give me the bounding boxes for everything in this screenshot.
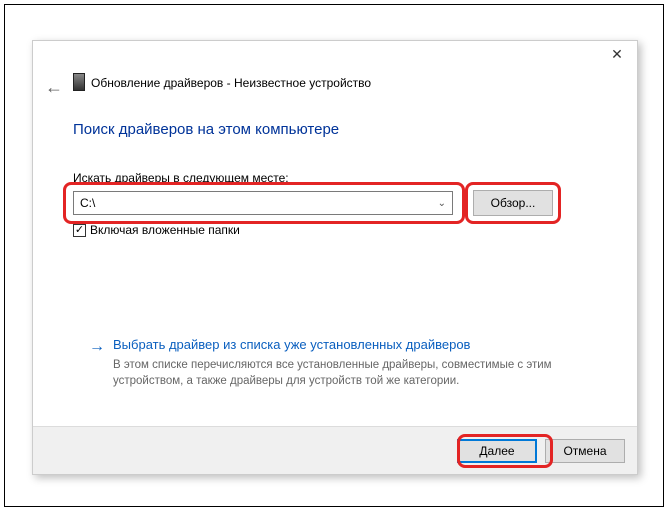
close-icon: ✕ (611, 46, 623, 62)
device-icon (73, 73, 85, 91)
cancel-button-label: Отмена (563, 444, 606, 458)
checkbox-icon: ✓ (73, 224, 86, 237)
dialog-footer: Далее Отмена (33, 426, 637, 474)
chevron-down-icon: ⌄ (438, 198, 446, 209)
window-title: Обновление драйверов - Неизвестное устро… (91, 76, 371, 90)
driver-path-value: C:\ (80, 196, 95, 210)
back-button[interactable]: ← (45, 77, 63, 98)
pick-from-list-description: В этом списке перечисляются все установл… (113, 358, 583, 389)
include-subfolders-checkbox[interactable]: ✓ Включая вложенные папки (73, 223, 240, 237)
browse-button-label: Обзор... (491, 196, 536, 210)
page-heading: Поиск драйверов на этом компьютере (73, 121, 339, 138)
search-location-label: Искать драйверы в следующем месте: (73, 171, 289, 185)
driver-update-dialog: ✕ ← Обновление драйверов - Неизвестное у… (32, 40, 638, 475)
cancel-button[interactable]: Отмена (545, 439, 625, 463)
window-close-button[interactable]: ✕ (597, 41, 637, 69)
next-button[interactable]: Далее (457, 439, 537, 463)
next-button-label: Далее (479, 444, 514, 458)
arrow-right-icon: → (89, 338, 105, 356)
browse-button[interactable]: Обзор... (473, 190, 553, 216)
pick-from-list-link[interactable]: → Выбрать драйвер из списка уже установл… (89, 337, 470, 356)
include-subfolders-label: Включая вложенные папки (90, 223, 240, 237)
pick-from-list-title: Выбрать драйвер из списка уже установлен… (113, 337, 470, 352)
driver-path-combobox[interactable]: C:\ ⌄ (73, 191, 453, 215)
